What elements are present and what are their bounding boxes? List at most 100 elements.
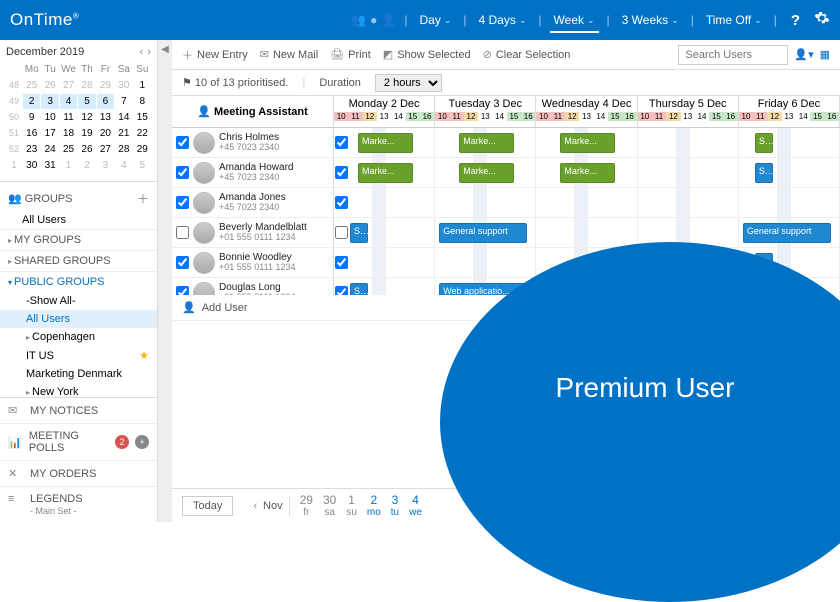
panel-polls[interactable]: 📊MEETING POLLS 2 + bbox=[0, 423, 157, 460]
mini-cal-day[interactable]: 29 bbox=[134, 142, 151, 157]
nav-day[interactable]: 1su bbox=[342, 493, 361, 518]
mini-cal-day[interactable]: 13 bbox=[97, 110, 114, 125]
clear-selection-button[interactable]: ⊘Clear Selection bbox=[483, 48, 571, 61]
mini-cal-day[interactable]: 5 bbox=[78, 94, 95, 109]
row-day-checkbox[interactable] bbox=[335, 166, 348, 179]
mini-cal-day[interactable]: 15 bbox=[134, 110, 151, 125]
tree-item[interactable]: IT US ★ bbox=[0, 346, 157, 365]
mini-cal-day[interactable]: 27 bbox=[97, 142, 114, 157]
view-day[interactable]: Day⌄ bbox=[415, 7, 455, 33]
event[interactable]: S.. bbox=[350, 283, 368, 295]
person-icon[interactable]: 👤 bbox=[381, 13, 396, 27]
mini-cal-day[interactable]: 3 bbox=[41, 94, 58, 109]
event[interactable]: S.. bbox=[755, 163, 773, 183]
day-cell[interactable] bbox=[638, 158, 739, 187]
event[interactable]: S.. bbox=[755, 133, 773, 153]
day-cell[interactable]: Marke... bbox=[536, 128, 637, 157]
day-cell[interactable] bbox=[739, 188, 840, 217]
day-cell[interactable]: General support bbox=[739, 218, 840, 247]
mini-cal-day[interactable]: 29 bbox=[97, 78, 114, 93]
help-icon[interactable]: ? bbox=[791, 12, 800, 29]
mini-cal-day[interactable]: 24 bbox=[41, 142, 58, 157]
mini-cal-day[interactable]: 7 bbox=[115, 94, 132, 109]
tree-item[interactable]: Marketing Denmark bbox=[0, 365, 157, 383]
event[interactable]: General support bbox=[743, 223, 831, 243]
row-day-checkbox[interactable] bbox=[335, 256, 348, 269]
row-day-checkbox[interactable] bbox=[335, 196, 348, 209]
my-groups-header[interactable]: ▸MY GROUPS bbox=[0, 229, 157, 250]
mini-cal-day[interactable]: 21 bbox=[115, 126, 132, 141]
duration-select[interactable]: 2 hours bbox=[375, 74, 442, 92]
search-input[interactable] bbox=[678, 45, 788, 65]
mini-cal-day[interactable]: 30 bbox=[115, 78, 132, 93]
dot-icon[interactable]: ● bbox=[370, 13, 377, 27]
row-checkbox[interactable] bbox=[176, 256, 189, 269]
event[interactable]: Marke... bbox=[358, 163, 413, 183]
event[interactable]: Marke... bbox=[560, 163, 615, 183]
mini-cal-day[interactable]: 19 bbox=[78, 126, 95, 141]
day-cell[interactable] bbox=[435, 248, 536, 277]
mini-cal-day[interactable]: 5 bbox=[134, 158, 151, 173]
day-cell[interactable] bbox=[435, 188, 536, 217]
mini-cal-day[interactable]: 3 bbox=[97, 158, 114, 173]
mini-cal-day[interactable]: 30 bbox=[23, 158, 40, 173]
row-checkbox[interactable] bbox=[176, 286, 189, 295]
mini-cal-day[interactable]: 31 bbox=[41, 158, 58, 173]
nav-prev-icon[interactable]: ‹ bbox=[253, 500, 257, 512]
panel-orders[interactable]: ✕MY ORDERS bbox=[0, 460, 157, 486]
day-cell[interactable] bbox=[638, 128, 739, 157]
mini-cal-day[interactable]: 4 bbox=[115, 158, 132, 173]
event[interactable]: Marke... bbox=[459, 133, 514, 153]
today-button[interactable]: Today bbox=[182, 496, 233, 516]
row-day-checkbox[interactable] bbox=[335, 226, 348, 239]
view-timeoff[interactable]: Time Off⌄ bbox=[702, 7, 766, 33]
settings-icon[interactable] bbox=[814, 10, 830, 31]
show-selected-button[interactable]: ◩Show Selected bbox=[383, 48, 471, 61]
mini-cal-day[interactable]: 11 bbox=[60, 110, 77, 125]
search-user-icon[interactable]: 👤▾ bbox=[794, 48, 813, 61]
mini-cal-day[interactable]: 16 bbox=[23, 126, 40, 141]
row-checkbox[interactable] bbox=[176, 136, 189, 149]
nav-day[interactable]: 3tu bbox=[387, 493, 403, 518]
row-checkbox[interactable] bbox=[176, 226, 189, 239]
mini-cal-day[interactable]: 4 bbox=[60, 94, 77, 109]
mini-cal-day[interactable]: 17 bbox=[41, 126, 58, 141]
day-cell[interactable]: General support bbox=[435, 218, 536, 247]
nav-day[interactable]: 2mo bbox=[363, 493, 385, 518]
row-checkbox[interactable] bbox=[176, 166, 189, 179]
day-cell[interactable]: S.. bbox=[334, 218, 435, 247]
day-cell[interactable]: Marke... bbox=[435, 128, 536, 157]
view-4days[interactable]: 4 Days⌄ bbox=[475, 7, 531, 33]
row-day-checkbox[interactable] bbox=[335, 136, 348, 149]
polls-badge-add[interactable]: + bbox=[135, 435, 149, 449]
day-cell[interactable]: Marke... bbox=[334, 128, 435, 157]
mini-cal-day[interactable]: 12 bbox=[78, 110, 95, 125]
mini-cal-day[interactable]: 14 bbox=[115, 110, 132, 125]
shared-groups-header[interactable]: ▸SHARED GROUPS bbox=[0, 250, 157, 271]
event[interactable]: S.. bbox=[350, 223, 368, 243]
mini-cal-day[interactable]: 22 bbox=[134, 126, 151, 141]
mini-cal-day[interactable]: 25 bbox=[23, 78, 40, 93]
day-cell[interactable] bbox=[334, 188, 435, 217]
event[interactable]: General support bbox=[439, 223, 527, 243]
new-entry-button[interactable]: ＋New Entry bbox=[182, 47, 248, 63]
mini-cal-prev[interactable]: ‹ bbox=[140, 46, 144, 58]
day-cell[interactable]: Marke... bbox=[435, 158, 536, 187]
mini-cal-day[interactable]: 2 bbox=[23, 94, 40, 109]
people-icon[interactable]: 👥 bbox=[351, 13, 366, 27]
day-cell[interactable]: S.. bbox=[739, 128, 840, 157]
mini-cal-day[interactable]: 9 bbox=[23, 110, 40, 125]
print-button[interactable]: 🖨Print bbox=[330, 48, 371, 61]
panel-notices[interactable]: ✉MY NOTICES bbox=[0, 398, 157, 423]
day-cell[interactable] bbox=[638, 188, 739, 217]
tree-all-users[interactable]: All Users bbox=[0, 211, 157, 229]
mini-cal-day[interactable]: 20 bbox=[97, 126, 114, 141]
mini-cal-day[interactable]: 25 bbox=[60, 142, 77, 157]
mini-cal-day[interactable]: 10 bbox=[41, 110, 58, 125]
add-group-icon[interactable]: ＋ bbox=[137, 190, 149, 207]
tree-item[interactable]: -Show All- bbox=[0, 292, 157, 310]
tree-item[interactable]: All Users bbox=[0, 310, 157, 328]
day-cell[interactable] bbox=[536, 218, 637, 247]
event[interactable]: Marke... bbox=[358, 133, 413, 153]
view-week[interactable]: Week⌄ bbox=[550, 7, 599, 33]
